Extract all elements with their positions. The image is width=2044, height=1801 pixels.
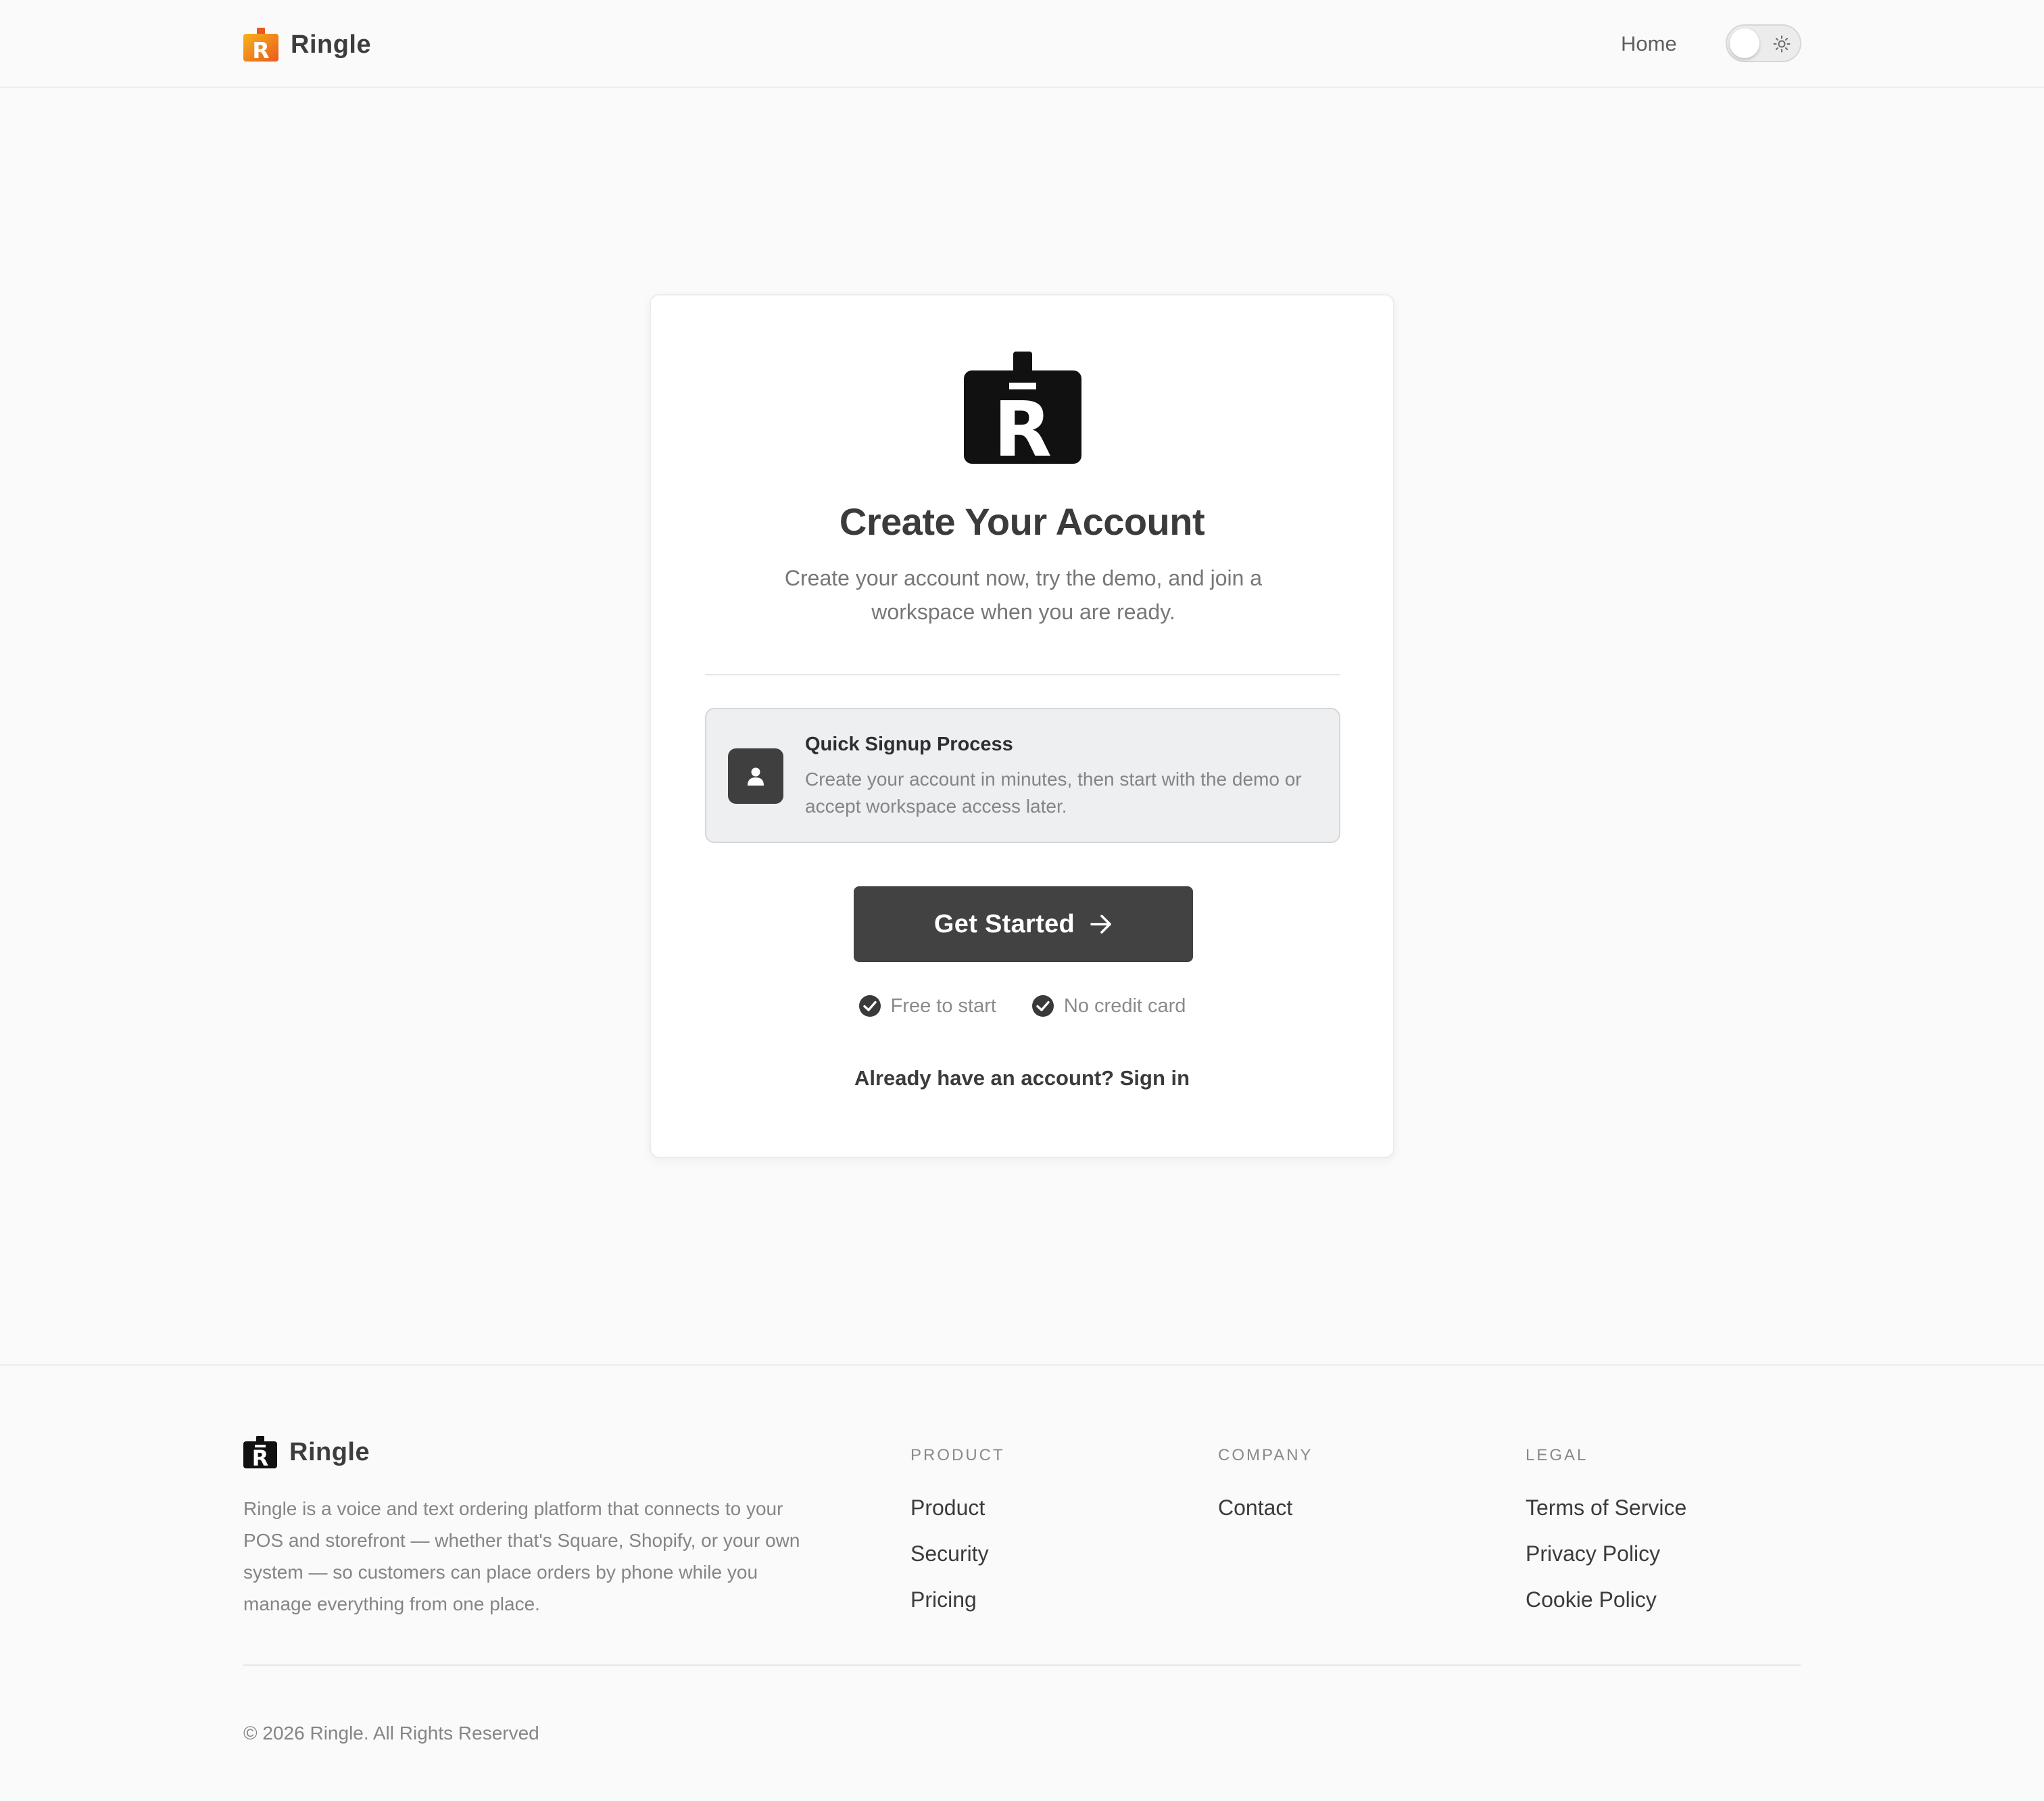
footer-description: Ringle is a voice and text ordering plat…: [243, 1498, 800, 1614]
page-title: Create Your Account: [839, 500, 1205, 543]
footer-brand-name: Ringle: [289, 1437, 370, 1466]
perk-label: Free to start: [890, 994, 996, 1017]
svg-text:R: R: [252, 37, 269, 62]
get-started-label: Get Started: [933, 909, 1075, 938]
footer-link-contact[interactable]: Contact: [1218, 1494, 1313, 1521]
brand-name: Ringle: [291, 30, 372, 59]
footer-link-cookies[interactable]: Cookie Policy: [1526, 1586, 1686, 1613]
page-subtitle: Create your account now, try the demo, a…: [784, 566, 1263, 624]
check-circle-icon: [858, 995, 881, 1017]
footer-column-title: LEGAL: [1526, 1446, 1588, 1464]
footer-link-pricing[interactable]: Pricing: [910, 1586, 1005, 1613]
brand-home-link[interactable]: R Ringle: [243, 26, 371, 64]
arrow-right-icon: [1090, 915, 1111, 934]
ringle-logo-icon: R: [243, 28, 278, 62]
card-divider: [705, 674, 1340, 675]
footer-column-title: COMPANY: [1218, 1446, 1313, 1464]
theme-toggle[interactable]: [1726, 24, 1801, 62]
ringle-logo-icon: R: [964, 352, 1081, 464]
toggle-knob: [1730, 28, 1759, 58]
svg-text:R: R: [994, 386, 1052, 464]
feature-title: Quick Signup Process: [805, 734, 1013, 755]
perk-label: No credit card: [1063, 994, 1186, 1017]
footer-brand: R Ringle: [243, 1433, 370, 1471]
signup-card: R Create Your Account Create your accoun…: [650, 294, 1394, 1158]
quick-signup-info-box: Quick Signup Process Create your account…: [705, 708, 1340, 843]
sun-icon: [1773, 35, 1791, 53]
top-navigation-bar: R Ringle Home: [0, 0, 2044, 88]
footer-column-product: PRODUCT Product Security Pricing: [910, 1445, 1005, 1632]
footer-link-terms[interactable]: Terms of Service: [1526, 1494, 1686, 1521]
get-started-button[interactable]: Get Started: [854, 886, 1193, 962]
user-icon: [728, 748, 783, 804]
perks-list: Free to start No credit card: [651, 994, 1393, 1017]
nav-home-link[interactable]: Home: [1621, 28, 1677, 59]
footer-link-product[interactable]: Product: [910, 1494, 1005, 1521]
footer-column-legal: LEGAL Terms of Service Privacy Policy Co…: [1526, 1445, 1686, 1632]
footer-link-security[interactable]: Security: [910, 1540, 1005, 1567]
site-footer: R Ringle Ringle is a voice and text orde…: [0, 1364, 2044, 1801]
footer-column-title: PRODUCT: [910, 1446, 1005, 1464]
sign-in-link[interactable]: Already have an account? Sign in: [651, 1066, 1393, 1090]
copyright-text: © 2026 Ringle. All Rights Reserved: [243, 1723, 539, 1744]
svg-text:R: R: [252, 1445, 269, 1468]
footer-divider: [243, 1664, 1801, 1666]
perk-item: Free to start: [858, 994, 996, 1017]
perk-item: No credit card: [1031, 994, 1186, 1017]
footer-column-company: COMPANY Contact: [1218, 1445, 1313, 1540]
check-circle-icon: [1031, 995, 1054, 1017]
feature-description: Create your account in minutes, then sta…: [805, 769, 1302, 817]
ringle-logo-icon: R: [243, 1436, 277, 1468]
footer-link-privacy[interactable]: Privacy Policy: [1526, 1540, 1686, 1567]
